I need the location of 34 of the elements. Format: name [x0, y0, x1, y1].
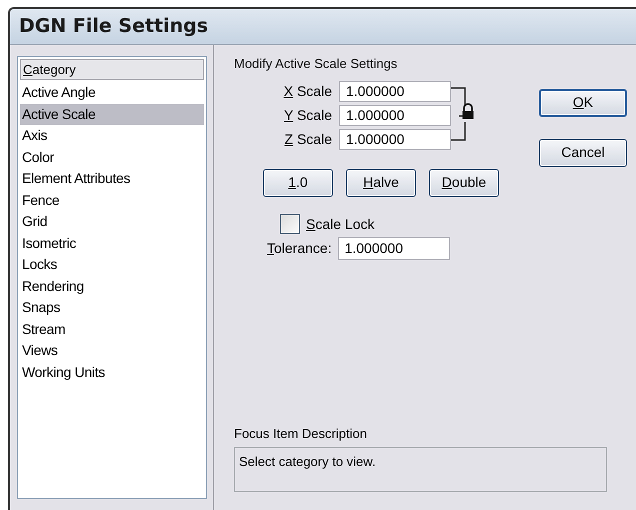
- focus-description-box: Select category to view.: [234, 447, 607, 492]
- scale-lock-checkbox[interactable]: [280, 214, 300, 234]
- category-item[interactable]: Fence: [20, 190, 204, 211]
- scale-button[interactable]: Double: [429, 168, 499, 196]
- section-title: Modify Active Scale Settings: [234, 55, 398, 73]
- scale-label: Z Scale: [284, 130, 332, 148]
- scale-field[interactable]: 1.000000: [339, 104, 451, 126]
- category-item[interactable]: Locks: [20, 254, 204, 276]
- category-item[interactable]: Rendering: [20, 276, 204, 297]
- cancel-button[interactable]: Cancel: [539, 138, 627, 166]
- category-item[interactable]: Element Attributes: [20, 168, 204, 190]
- category-header[interactable]: Category: [20, 59, 204, 80]
- scale-label: X Scale: [282, 82, 332, 100]
- scale-button[interactable]: Halve: [346, 168, 416, 196]
- scale-button[interactable]: 1.0: [263, 168, 333, 196]
- category-item[interactable]: Views: [20, 340, 204, 362]
- scale-label: Y Scale: [282, 106, 332, 124]
- window-title: DGN File Settings: [19, 14, 208, 40]
- scale-field[interactable]: 1.000000: [339, 128, 451, 150]
- category-item[interactable]: Working Units: [20, 362, 204, 383]
- category-item[interactable]: Isometric: [20, 232, 204, 254]
- scale-lock-label: Scale Lock: [306, 214, 374, 234]
- ok-button[interactable]: OK: [539, 88, 627, 116]
- category-item[interactable]: Color: [20, 146, 204, 168]
- category-item[interactable]: Grid: [20, 211, 204, 232]
- category-item[interactable]: Stream: [20, 318, 204, 340]
- tolerance-label: Tolerance:: [267, 238, 332, 258]
- category-item[interactable]: Active Scale: [20, 104, 204, 125]
- scale-field[interactable]: 1.000000: [339, 80, 451, 102]
- category-item[interactable]: Active Angle: [20, 82, 204, 104]
- category-item[interactable]: Snaps: [20, 297, 204, 318]
- category-item[interactable]: Axis: [20, 125, 204, 146]
- tolerance-field[interactable]: 1.000000: [338, 236, 450, 260]
- focus-description-label: Focus Item Description: [234, 424, 368, 443]
